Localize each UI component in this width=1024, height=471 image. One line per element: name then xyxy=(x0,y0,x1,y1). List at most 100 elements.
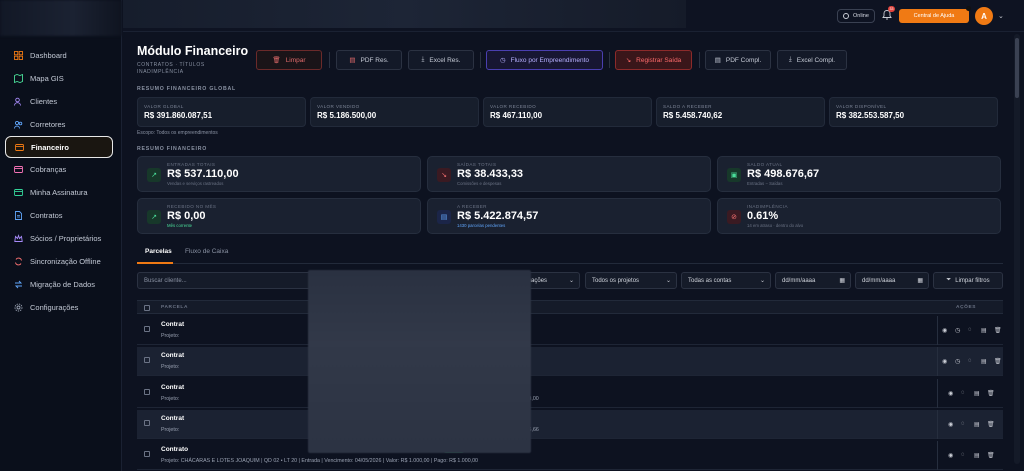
divider xyxy=(480,52,481,68)
sidebar-item-label: Mapa GIS xyxy=(30,74,64,83)
document-icon: ▤ xyxy=(437,210,451,224)
chat-icon[interactable]: ◌ xyxy=(968,358,972,364)
document-icon[interactable]: ▤ xyxy=(974,452,980,459)
row-subtext: Projeto: xyxy=(161,427,180,433)
global-summary-card: VALOR RECEBIDO R$ 467.110,00 xyxy=(483,97,652,127)
table-row[interactable]: ContratProjeto:05/2026 | Valor: R$ 1.000… xyxy=(137,379,1003,408)
row-checkbox[interactable] xyxy=(144,326,150,332)
trash-icon[interactable]: 🗑 xyxy=(987,390,995,397)
sidebar-item-mapa-gis[interactable]: Mapa GIS xyxy=(5,67,113,90)
document-icon[interactable]: ▤ xyxy=(981,327,987,334)
sidebar-item-s-cios-propriet-rios[interactable]: Sócios / Proprietários xyxy=(5,227,113,250)
sidebar-item-financeiro[interactable]: Financeiro xyxy=(5,136,113,158)
trend-down-icon: ↘ xyxy=(437,168,451,182)
chevron-down-icon[interactable]: ⌄ xyxy=(998,12,1004,20)
table-row[interactable]: ContratProjeto:us:ATRASADOVencimento: 20… xyxy=(137,347,1003,376)
clock-icon[interactable]: ◷ xyxy=(955,327,960,334)
sidebar-item-minha-assinatura[interactable]: Minha Assinatura xyxy=(5,181,113,204)
register-expense-button[interactable]: ↘ Registrar Saída xyxy=(615,50,692,70)
chat-icon[interactable]: ◌ xyxy=(961,390,965,396)
eye-icon[interactable]: ◉ xyxy=(942,327,947,334)
row-actions: ◉ ◌ ▤ 🗑 xyxy=(937,441,1003,470)
map-icon xyxy=(14,74,23,83)
clock-icon[interactable]: ◷ xyxy=(955,358,960,365)
trash-icon[interactable]: 🗑 xyxy=(987,421,995,428)
scrollbar-thumb[interactable] xyxy=(1015,38,1019,98)
chat-icon[interactable]: ◌ xyxy=(961,421,965,427)
user-group-icon xyxy=(14,120,23,129)
row-checkbox[interactable] xyxy=(144,420,150,426)
document-icon: ▤ xyxy=(714,57,721,64)
eye-icon[interactable]: ◉ xyxy=(948,390,953,397)
chat-icon[interactable]: ◌ xyxy=(968,327,972,333)
tab-bar: Parcelas Fluxo de Caixa xyxy=(137,244,1003,264)
search-placeholder: Buscar cliente... xyxy=(144,277,187,284)
account-select[interactable]: Todas as contas ⌄ xyxy=(681,272,771,289)
document-icon[interactable]: ▤ xyxy=(974,390,980,397)
row-subtext: Projeto: xyxy=(161,396,180,402)
clear-filters-button[interactable]: ⏷ Limpar filtros xyxy=(933,272,1003,289)
document-icon[interactable]: ▤ xyxy=(981,358,987,365)
online-status-button[interactable]: Online xyxy=(837,9,875,23)
avatar[interactable]: A xyxy=(975,7,993,25)
row-checkbox[interactable] xyxy=(144,357,150,363)
sidebar-item-contratos[interactable]: Contratos xyxy=(5,204,113,227)
eye-icon[interactable]: ◉ xyxy=(942,358,947,365)
tab-fluxo-caixa[interactable]: Fluxo de Caixa xyxy=(185,248,228,255)
trash-icon[interactable]: 🗑 xyxy=(987,452,995,459)
kpi-label: SAÍDAS TOTAIS xyxy=(457,162,497,167)
card-label: VALOR GLOBAL xyxy=(144,104,184,109)
pdf-icon: ▤ xyxy=(349,57,356,64)
row-title: Contrato xyxy=(161,446,189,453)
sidebar-item-corretores[interactable]: Corretores xyxy=(5,113,113,136)
card-value: R$ 467.110,00 xyxy=(490,111,543,120)
trash-icon[interactable]: 🗑 xyxy=(994,358,1002,365)
sidebar-item-migra-o-de-dados[interactable]: Migração de Dados xyxy=(5,273,113,296)
select-all-checkbox[interactable] xyxy=(144,305,150,311)
sidebar-item-clientes[interactable]: Clientes xyxy=(5,90,113,113)
date-from-input[interactable]: dd/mm/aaaa ▦ xyxy=(775,272,851,289)
excel-complete-button[interactable]: ⤓ Excel Compl. xyxy=(777,50,847,70)
card-label: VALOR VENDIDO xyxy=(317,104,360,109)
eye-icon[interactable]: ◉ xyxy=(948,452,953,459)
table-row[interactable]: ContratProjeto:tus:ATRASADO/04/2026 | Va… xyxy=(137,316,1003,345)
table-row[interactable]: Contrato Projeto: CHÁCARAS E LOTES JOAQUI… xyxy=(137,441,1003,470)
sidebar-item-label: Cobranças xyxy=(30,165,67,174)
table-row[interactable]: ContratProjeto:s:PAGO/2026 | Valor: R$ 1… xyxy=(137,410,1003,439)
kpi-value: R$ 0,00 xyxy=(167,210,206,222)
page-subtitle: CONTRATOS · TÍTULOS INADIMPLÊNCIA xyxy=(137,62,205,75)
row-subtext: Projeto: xyxy=(161,333,180,339)
kpi-value: R$ 537.110,00 xyxy=(167,168,239,180)
clear-button[interactable]: 🗑 Limpar xyxy=(256,50,322,70)
row-title: Contrat xyxy=(161,415,185,422)
subtitle-line-2: INADIMPLÊNCIA xyxy=(137,68,184,75)
sidebar-item-sincroniza-o-offline[interactable]: Sincronização Offline xyxy=(5,250,113,273)
sidebar-item-dashboard[interactable]: Dashboard xyxy=(5,44,113,67)
help-center-button[interactable]: Central de Ajuda xyxy=(899,6,971,23)
row-checkbox[interactable] xyxy=(144,389,150,395)
help-label: Central de Ajuda xyxy=(913,13,955,19)
eye-icon[interactable]: ◉ xyxy=(948,421,953,428)
chat-icon[interactable]: ◌ xyxy=(961,452,965,458)
row-checkbox[interactable] xyxy=(144,451,150,457)
clock-icon: ◷ xyxy=(499,57,506,64)
wallet-icon xyxy=(15,143,24,152)
pdf-complete-button[interactable]: ▤ PDF Compl. xyxy=(705,50,771,70)
flow-by-project-button[interactable]: ◷ Fluxo por Empreendimento xyxy=(486,50,603,70)
date-to-input[interactable]: dd/mm/aaaa ▦ xyxy=(855,272,929,289)
pdf-summary-button[interactable]: ▤ PDF Res. xyxy=(336,50,402,70)
trash-icon[interactable]: 🗑 xyxy=(994,327,1002,334)
divider xyxy=(699,52,700,68)
excel-summary-button[interactable]: ⤓ Excel Res. xyxy=(408,50,474,70)
sidebar-item-cobran-as[interactable]: Cobranças xyxy=(5,158,113,181)
document-icon[interactable]: ▤ xyxy=(974,421,980,428)
project-select[interactable]: Todos os projetos ⌄ xyxy=(585,272,677,289)
subtitle-line-1: CONTRATOS · TÍTULOS xyxy=(137,62,205,68)
sidebar-item-label: Corretores xyxy=(30,120,66,129)
register-label: Registrar Saída xyxy=(636,56,682,64)
tab-parcelas[interactable]: Parcelas xyxy=(145,248,172,255)
sidebar-item-configura-es[interactable]: Configurações xyxy=(5,296,113,319)
pdf-summary-label: PDF Res. xyxy=(360,56,389,64)
scrollbar[interactable] xyxy=(1014,34,1020,464)
active-tab-indicator xyxy=(137,262,173,264)
